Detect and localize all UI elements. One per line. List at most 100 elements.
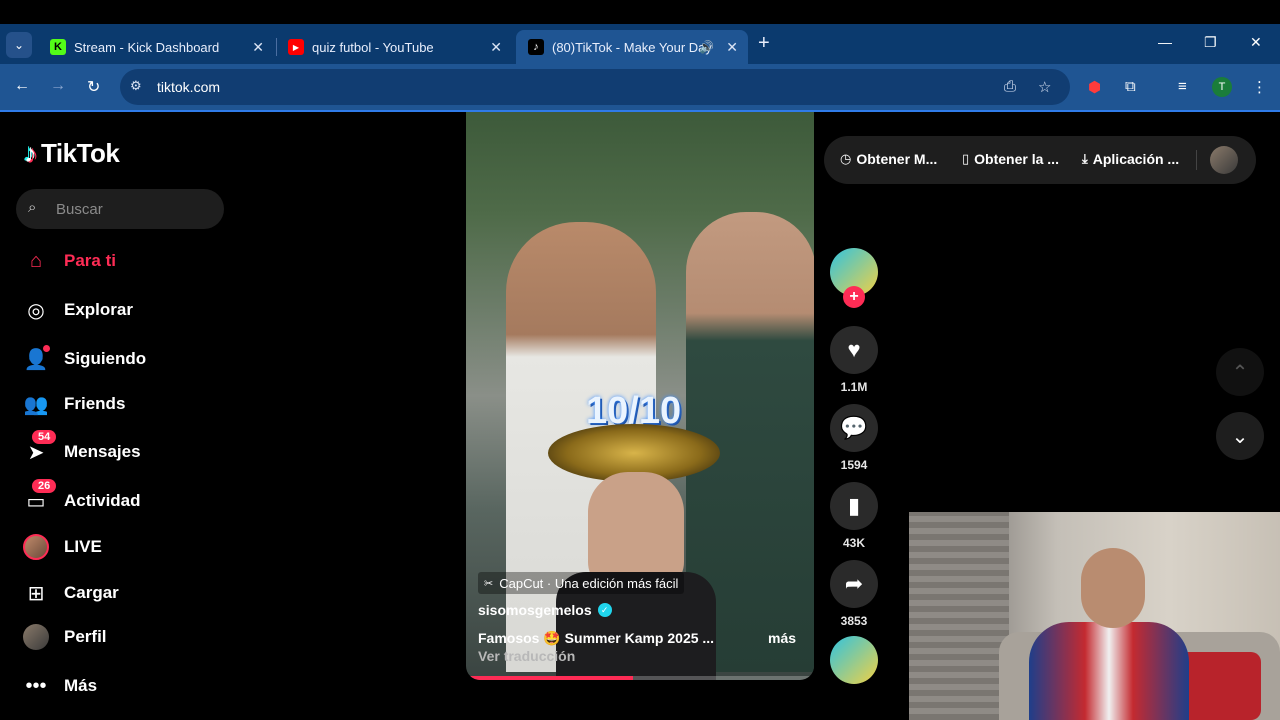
video-author[interactable]: sisomosgemelos ✓ <box>478 602 612 618</box>
nav-label: LIVE <box>64 537 102 556</box>
nav-label: Mensajes <box>64 442 141 461</box>
upload-icon: ⊞ <box>27 582 45 605</box>
tiktok-note-icon: ♪ <box>24 138 37 168</box>
nav-label: Siguiendo <box>64 349 147 368</box>
activity-icon: ▭ 26 <box>20 479 57 517</box>
share-icon: ➦ <box>844 571 864 596</box>
nav-label: Más <box>64 676 98 695</box>
unread-badge: 54 <box>32 430 57 444</box>
comment-count: 1594 <box>840 458 868 472</box>
tab-youtube[interactable]: ▶ quiz futbol - YouTube ✕ <box>276 30 512 64</box>
compass-icon: ◎ <box>27 299 45 322</box>
video-progress-fill <box>466 676 634 680</box>
nav-label: Cargar <box>64 583 119 602</box>
profile-avatar-image <box>23 624 49 650</box>
capcut-tag-text: CapCut · Una edición más fácil <box>499 575 679 591</box>
top-actions-pill: ◷ Obtener M... ▯ Obtener la ... ⤓ Aplicació… <box>824 136 1256 184</box>
install-app-icon[interactable]: ⎙ <box>1004 78 1016 95</box>
like-button[interactable]: ♥ <box>830 326 878 374</box>
get-coins-label: Obtener M... <box>856 151 938 167</box>
media-control-icon[interactable]: ≡ <box>1178 78 1187 95</box>
more-icon: ••• <box>25 674 47 697</box>
tab-title: quiz futbol - YouTube <box>312 39 434 55</box>
follow-plus-icon[interactable]: + <box>843 286 865 308</box>
search-box: ⌕ <box>16 189 224 229</box>
translate-button[interactable]: Ver traducción <box>478 648 575 664</box>
nav-cargar[interactable]: ⊞ Cargar <box>20 575 230 611</box>
search-input[interactable] <box>56 189 216 229</box>
live-avatar <box>20 531 52 563</box>
nav-siguiendo[interactable]: 👤 Siguiendo <box>20 341 230 377</box>
previous-video-button[interactable]: ⌃ <box>1216 348 1264 396</box>
get-coins-button[interactable]: ◷ Obtener M... <box>840 151 937 167</box>
desktop-app-button[interactable]: ⤓ Aplicación ... <box>1082 151 1179 167</box>
site-settings-icon[interactable]: ⚙ <box>130 78 142 94</box>
url-text: tiktok.com <box>157 79 221 95</box>
reload-icon[interactable]: ↻ <box>87 77 100 97</box>
speaker-icon[interactable]: 🔊 <box>699 40 714 54</box>
nav-mas[interactable]: ••• Más <box>20 668 230 704</box>
capcut-tag[interactable]: ✂ CapCut · Una edición más fácil <box>478 572 685 594</box>
more-button[interactable]: más <box>768 630 796 646</box>
nav-mensajes[interactable]: ➤ 54 Mensajes <box>20 430 230 470</box>
bookmark-icon: ▮ <box>847 493 861 518</box>
nav-friends[interactable]: 👥 Friends <box>20 386 230 422</box>
coin-icon: ◷ <box>840 151 852 166</box>
webcam-blinds <box>909 512 1009 720</box>
restore-button[interactable]: ❐ <box>1204 34 1217 51</box>
comment-icon: 💬 <box>840 415 868 440</box>
chevron-up-icon: ⌃ <box>1231 361 1249 384</box>
screen-top-edge <box>0 0 1280 24</box>
kebab-menu-icon[interactable]: ⋮ <box>1252 78 1267 96</box>
download-icon: ⤓ <box>1082 151 1088 166</box>
nav-para-ti[interactable]: ⌂ Para ti <box>20 243 230 279</box>
star-icon[interactable]: ☆ <box>1038 78 1051 96</box>
comment-button[interactable]: 💬 <box>830 404 878 452</box>
inbox-icon: ➤ 54 <box>20 430 57 468</box>
browser-toolbar: ← → ↻ ⚙ tiktok.com ⎙ ☆ ⬢ ⧉ ≡ T ⋮ <box>0 64 1280 110</box>
heart-icon: ♥ <box>847 337 861 362</box>
close-icon[interactable]: ✕ <box>252 39 264 56</box>
browser-profile-avatar[interactable]: T <box>1212 77 1232 97</box>
get-app-button[interactable]: ▯ Obtener la ... <box>962 151 1059 167</box>
tiktok-icon: ♪ <box>528 39 544 55</box>
tab-tiktok[interactable]: ♪ (80)TikTok - Make Your Day 🔊 ✕ <box>516 30 748 64</box>
kick-icon: K <box>50 39 66 55</box>
nav-explorar[interactable]: ◎ Explorar <box>20 292 230 328</box>
chevron-down-icon: ⌄ <box>13 38 25 52</box>
share-count: 3853 <box>840 614 868 628</box>
user-avatar[interactable] <box>1210 146 1238 174</box>
new-tab-button[interactable]: + <box>758 32 770 55</box>
close-icon[interactable]: ✕ <box>726 39 738 56</box>
save-button[interactable]: ▮ <box>830 482 878 530</box>
video-player[interactable]: 10/10 ✂ CapCut · Una edición más fácil s… <box>466 112 814 680</box>
back-arrow-icon[interactable]: ← <box>14 77 30 95</box>
friends-icon: 👥 <box>23 393 49 416</box>
forward-arrow-icon[interactable]: → <box>50 77 66 95</box>
address-bar[interactable]: ⚙ tiktok.com ⎙ ☆ <box>120 69 1070 105</box>
webcam-person-body <box>1029 622 1189 720</box>
close-icon[interactable]: ✕ <box>490 39 502 56</box>
minimize-button[interactable]: — <box>1158 34 1172 50</box>
music-disc-avatar[interactable] <box>830 636 878 684</box>
save-count: 43K <box>842 536 865 550</box>
nav-label: Friends <box>64 394 126 413</box>
author-name: sisomosgemelos <box>478 602 592 618</box>
share-button[interactable]: ➦ <box>830 560 878 608</box>
next-video-button[interactable]: ⌄ <box>1216 412 1264 460</box>
nav-label: Actividad <box>64 491 141 510</box>
nav-label: Explorar <box>64 300 133 319</box>
tiktok-logo[interactable]: ♪ TikTok <box>24 138 120 169</box>
extensions-puzzle-icon[interactable]: ⧉ <box>1125 78 1136 95</box>
notification-dot <box>43 345 50 352</box>
adblock-extension-icon[interactable]: ⬢ <box>1088 78 1101 96</box>
tab-search-button[interactable]: ⌄ <box>6 32 32 58</box>
following-icon: 👤 <box>20 343 52 375</box>
like-count: 1.1M <box>840 380 868 394</box>
tab-kick[interactable]: K Stream - Kick Dashboard ✕ <box>38 30 274 64</box>
nav-perfil[interactable]: Perfil <box>20 619 230 655</box>
nav-live[interactable]: LIVE <box>20 529 230 565</box>
video-progress-bar[interactable] <box>466 676 814 680</box>
nav-actividad[interactable]: ▭ 26 Actividad <box>20 479 230 519</box>
window-close-button[interactable]: ✕ <box>1250 34 1262 51</box>
